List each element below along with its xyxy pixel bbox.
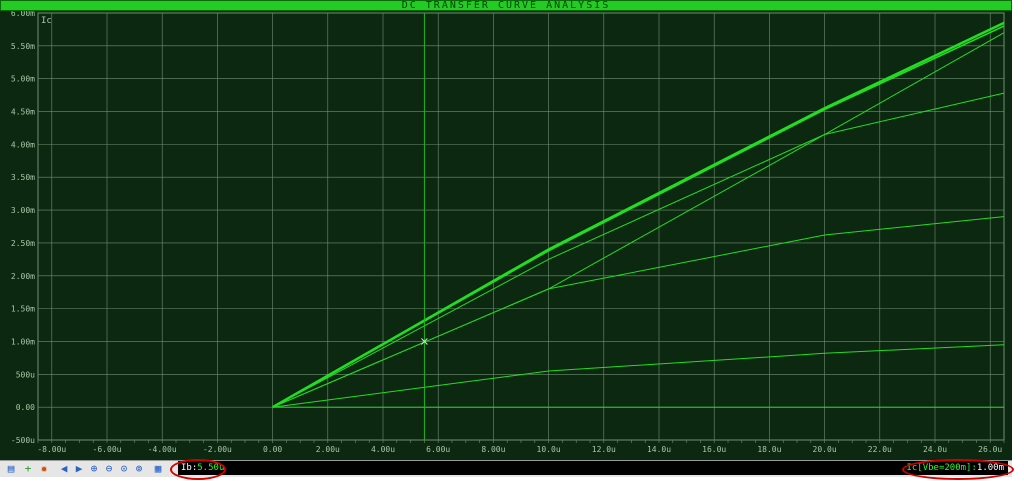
y-tick-label: 2.00m (11, 272, 35, 281)
y-tick-label: 0.00 (16, 403, 35, 412)
y-tick-label: -500u (11, 436, 35, 445)
trace-line (272, 216, 1005, 408)
plot-area[interactable]: -8.00u -6.00u -4.00u -2.00u 0.00 2.00u 4.00u 6.… (0, 11, 1012, 460)
y-tick-label: 3.00m (11, 206, 35, 215)
highlight-ellipse-left (170, 459, 226, 480)
cursor-readout-bar: Ib:5.50u Ic[Vbe=200m]:1.00m (178, 461, 1008, 475)
y-tick-label: 4.50m (11, 108, 35, 117)
y-tick-label: 2.50m (11, 239, 35, 248)
y-tick-label: 5.50m (11, 42, 35, 51)
graph-properties-icon[interactable]: ▦ (152, 463, 164, 475)
x-tick-label: 2.00u (316, 445, 340, 454)
x-tick-label: 4.00u (371, 445, 395, 454)
arrow-right-icon[interactable]: ▶ (73, 463, 85, 475)
plot-frame (37, 12, 1005, 441)
x-tick-label: -2.00u (203, 445, 232, 454)
arrow-left-icon[interactable]: ◀ (58, 463, 70, 475)
y-tick-label: 1.50m (11, 305, 35, 314)
x-tick-label: 24.0u (923, 445, 947, 454)
x-tick-label: 18.0u (757, 445, 781, 454)
trace-line (272, 344, 1005, 408)
x-tick-label: 22.0u (868, 445, 892, 454)
y-tick-label: 4.00m (11, 140, 35, 149)
zoom-in-icon[interactable]: ⊕ (88, 463, 100, 475)
x-tick-label: -8.00u (37, 445, 66, 454)
chart-title: DC TRANSFER CURVE ANALYSIS (0, 0, 1012, 11)
y-tick-label: 6.00m (11, 11, 35, 18)
zoom-area-icon[interactable]: ⊚ (133, 463, 145, 475)
y-tick-label: 500u (16, 370, 35, 379)
x-tick-label: 6.00u (426, 445, 450, 454)
x-tick-label: 8.00u (481, 445, 505, 454)
x-tick-label: 12.0u (592, 445, 616, 454)
graph-edit-icon[interactable]: ▤ (5, 463, 17, 475)
x-tick-label: -4.00u (148, 445, 177, 454)
x-tick-label: -6.00u (93, 445, 122, 454)
zoom-out-icon[interactable]: ⊖ (103, 463, 115, 475)
y-tick-label: 5.00m (11, 75, 35, 84)
y-tick-label: 3.50m (11, 173, 35, 182)
add-trace-icon[interactable]: + (22, 463, 34, 475)
x-tick-label: 0.00 (263, 445, 282, 454)
x-tick-label: 20.0u (813, 445, 837, 454)
trace-line (272, 32, 1005, 408)
x-tick-label: 26.0u (978, 445, 1002, 454)
zoom-all-icon[interactable]: ⊙ (118, 463, 130, 475)
x-tick-label: 16.0u (702, 445, 726, 454)
y-axis-label: Ic (41, 16, 52, 26)
x-tick-label: 10.0u (537, 445, 561, 454)
highlight-ellipse-right (902, 459, 1014, 480)
transfer-curve-chart[interactable]: -8.00u -6.00u -4.00u -2.00u 0.00 2.00u 4.00u 6.… (0, 11, 1012, 460)
simulate-icon[interactable]: ✹ (38, 463, 50, 475)
y-tick-label: 1.00m (11, 337, 35, 346)
x-tick-label: 14.0u (647, 445, 671, 454)
